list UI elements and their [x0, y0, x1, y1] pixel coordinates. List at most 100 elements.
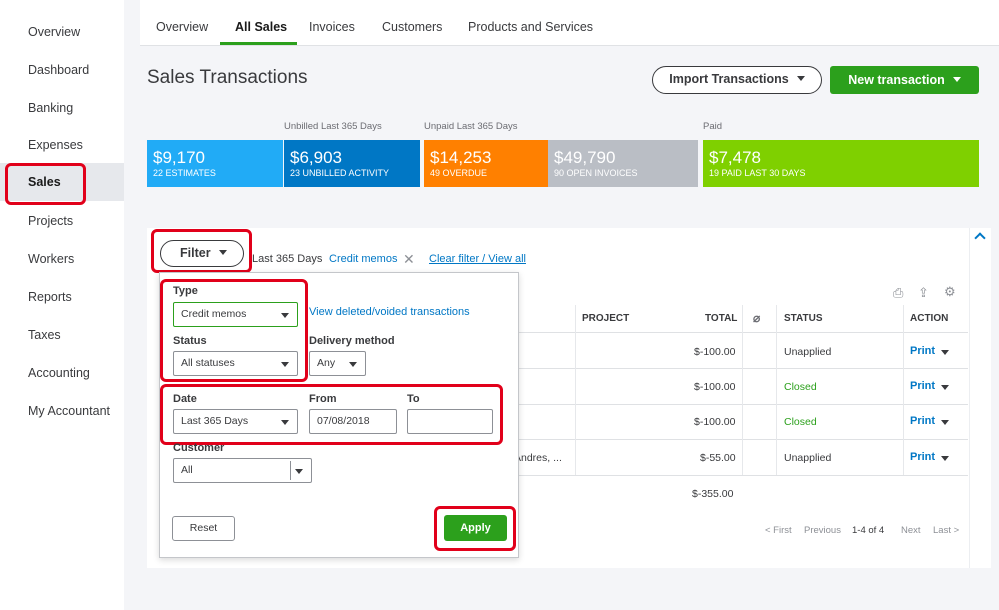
column-divider	[776, 305, 777, 475]
delivery-method-value: Any	[317, 357, 336, 369]
chevron-down-icon	[295, 469, 303, 474]
import-transactions-label: Import Transactions	[669, 72, 789, 86]
import-transactions-button[interactable]: Import Transactions	[652, 66, 822, 94]
money-subtext: 22 ESTIMATES	[153, 168, 216, 178]
row-status: Closed	[784, 381, 817, 393]
money-block-estimates[interactable]: $9,170 22 ESTIMATES	[147, 140, 283, 187]
select-divider	[290, 461, 291, 480]
grand-total: $-355.00	[692, 488, 734, 500]
money-amount: $9,170	[153, 148, 205, 167]
money-bar-caption-unbilled: Unbilled Last 365 Days	[284, 121, 382, 132]
row-customer: Andres, ...	[514, 452, 562, 464]
column-header-project[interactable]: PROJECT	[582, 313, 629, 324]
row-total: $-100.00	[694, 416, 736, 428]
money-amount: $49,790	[554, 148, 616, 167]
row-total: $-55.00	[700, 452, 736, 464]
row-status: Unapplied	[784, 452, 832, 464]
chevron-down-icon[interactable]	[941, 420, 949, 425]
column-header-total[interactable]: TOTAL	[705, 313, 737, 324]
row-status: Closed	[784, 416, 817, 428]
tab-products-and-services[interactable]: Products and Services	[468, 20, 593, 34]
chevron-down-icon[interactable]	[941, 456, 949, 461]
tab-overview[interactable]: Overview	[156, 20, 208, 34]
nav-accounting[interactable]: Accounting	[28, 363, 90, 383]
column-header-status[interactable]: STATUS	[784, 313, 823, 324]
filter-chip-type[interactable]: Credit memos	[329, 253, 397, 265]
money-subtext: 90 OPEN INVOICES	[554, 168, 638, 178]
new-transaction-button[interactable]: New transaction	[830, 66, 979, 94]
nav-expenses[interactable]: Expenses	[28, 135, 83, 155]
nav-my-accountant[interactable]: My Accountant	[28, 401, 110, 421]
row-divider	[518, 368, 968, 369]
tab-all-sales[interactable]: All Sales	[235, 20, 287, 34]
pager-range: 1-4 of 4	[852, 525, 885, 536]
highlight-box-date	[160, 384, 503, 445]
active-tab-indicator	[220, 42, 297, 45]
row-print-link[interactable]: Print	[910, 345, 935, 357]
row-print-link[interactable]: Print	[910, 380, 935, 392]
money-block-open-invoices[interactable]: $49,790 90 OPEN INVOICES	[548, 140, 698, 187]
customer-label: Customer	[173, 442, 225, 454]
nav-banking[interactable]: Banking	[28, 98, 73, 118]
nav-dashboard[interactable]: Dashboard	[28, 60, 89, 80]
export-icon[interactable]: ⇪	[918, 285, 929, 301]
column-divider	[742, 305, 743, 475]
scroll-up-button[interactable]	[969, 228, 991, 568]
highlight-box-filter	[151, 229, 252, 273]
money-amount: $14,253	[430, 148, 492, 167]
delivery-method-select[interactable]: Any	[309, 351, 366, 376]
row-total: $-100.00	[694, 381, 736, 393]
nav-projects[interactable]: Projects	[28, 211, 73, 231]
row-print-link[interactable]: Print	[910, 415, 935, 427]
money-bar-caption-paid: Paid	[703, 121, 723, 132]
pager-last[interactable]: Last >	[933, 525, 959, 536]
left-nav: Overview Dashboard Banking Expenses Sale…	[0, 0, 124, 610]
highlight-box-sales	[5, 163, 86, 205]
attachment-icon: ⌀	[753, 311, 761, 325]
chevron-up-icon	[974, 232, 986, 244]
highlight-box-apply	[434, 506, 516, 551]
page-title: Sales Transactions	[147, 67, 308, 88]
pager-previous[interactable]: Previous	[804, 525, 841, 536]
reset-button[interactable]: Reset	[172, 516, 235, 541]
row-divider	[518, 404, 968, 405]
chevron-down-icon	[349, 362, 357, 367]
column-divider	[903, 305, 904, 475]
row-status: Unapplied	[784, 346, 832, 358]
nav-taxes[interactable]: Taxes	[28, 325, 61, 345]
row-divider	[518, 475, 968, 476]
gear-icon[interactable]: ⚙	[944, 284, 956, 300]
table-header-divider	[518, 332, 968, 333]
row-divider	[518, 439, 968, 440]
column-divider	[575, 305, 576, 475]
close-icon[interactable]: ✕	[403, 251, 415, 268]
filter-chip-date: Last 365 Days	[252, 253, 323, 265]
money-block-unbilled-activity[interactable]: $6,903 23 UNBILLED ACTIVITY	[284, 140, 420, 187]
tab-invoices[interactable]: Invoices	[309, 20, 355, 34]
column-header-action: ACTION	[910, 313, 949, 324]
highlight-box-type-status	[160, 279, 308, 382]
pager-next[interactable]: Next	[901, 525, 921, 536]
customer-select[interactable]: All	[173, 458, 312, 483]
tab-customers[interactable]: Customers	[382, 20, 442, 34]
money-block-overdue[interactable]: $14,253 49 OVERDUE	[424, 140, 548, 187]
nav-reports[interactable]: Reports	[28, 287, 72, 307]
customer-select-value: All	[181, 464, 193, 476]
row-total: $-100.00	[694, 346, 736, 358]
pager-first[interactable]: < First	[765, 525, 792, 536]
money-block-paid[interactable]: $7,478 19 PAID LAST 30 DAYS	[703, 140, 979, 187]
money-subtext: 19 PAID LAST 30 DAYS	[709, 168, 806, 178]
nav-workers[interactable]: Workers	[28, 249, 74, 269]
clear-filter-link[interactable]: Clear filter / View all	[429, 253, 526, 265]
chevron-down-icon	[952, 77, 961, 82]
money-subtext: 49 OVERDUE	[430, 168, 488, 178]
nav-overview[interactable]: Overview	[28, 22, 80, 42]
chevron-down-icon	[796, 76, 805, 81]
chevron-down-icon[interactable]	[941, 350, 949, 355]
row-print-link[interactable]: Print	[910, 451, 935, 463]
money-amount: $6,903	[290, 148, 342, 167]
money-bar-caption-unpaid: Unpaid Last 365 Days	[424, 121, 518, 132]
print-icon[interactable]: ⎙	[893, 285, 903, 301]
chevron-down-icon[interactable]	[941, 385, 949, 390]
view-deleted-voided-link[interactable]: View deleted/voided transactions	[309, 306, 470, 318]
